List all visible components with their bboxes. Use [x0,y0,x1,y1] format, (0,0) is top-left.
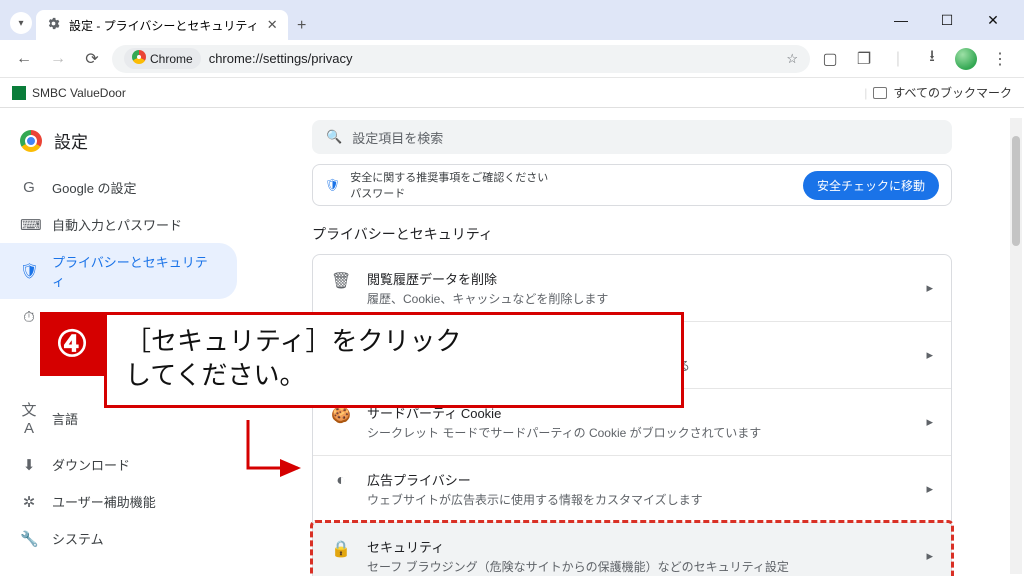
sidebar-item-label: Google の設定 [52,178,137,197]
bookmark-label: SMBC ValueDoor [32,86,126,100]
divider: | [864,86,867,100]
safety-check-banner: 🛡 安全に関する推奨事項をご確認ください パスワード 安全チェックに移動 [312,164,952,206]
bookmark-favicon [12,86,26,100]
sidebar-item-label: ユーザー補助機能 [52,492,156,511]
row-subtitle: セーフ ブラウジング（危険なサイトからの保護機能）などのセキュリティ設定 [367,558,910,575]
annotation-line-2: してください。 [125,359,663,393]
key-icon: ⌨ [20,216,38,234]
privacy-card: 🗑 閲覧履歴データを削除履歴、Cookie、キャッシュなどを削除します ▸ ⊕ … [312,254,952,576]
address-bar[interactable]: Chrome chrome://settings/privacy ☆ [112,45,810,73]
bookmarks-bar: SMBC ValueDoor | すべてのブックマーク [0,78,1024,108]
annotation-step-badge: ④ [40,312,104,376]
sidebar-item-label: 自動入力とパスワード [52,215,182,234]
avatar-icon [955,48,977,70]
scrollbar-thumb[interactable] [1012,136,1020,246]
sidebar-item-label: プライバシーとセキュリティ [52,252,217,290]
browser-tab-settings[interactable]: 設定 - プライバシーとセキュリティ ✕ [36,10,288,40]
annotation-arrow [238,420,318,495]
row-subtitle: ウェブサイトが広告表示に使用する情報をカスタマイズします [367,491,910,508]
ad-icon: ◐ [331,472,351,490]
sidebar-item-label: 言語 [52,409,78,428]
tab-title: 設定 - プライバシーとセキュリティ [69,17,259,34]
annotation-line-1: ［セキュリティ］をクリック [125,325,663,359]
sidebar-item-google[interactable]: G Google の設定 [0,169,237,206]
divider: | [884,45,912,73]
sidebar-item-accessibility[interactable]: ✲ ユーザー補助機能 [0,483,237,520]
section-title-privacy: プライバシーとセキュリティ [312,224,952,244]
url-text: chrome://settings/privacy [209,51,353,66]
window-close-button[interactable]: ✕ [980,12,1006,29]
profile-avatar[interactable] [952,45,980,73]
browser-toolbar: ← → ⟳ Chrome chrome://settings/privacy ☆… [0,40,1024,78]
lang-icon: 文A [20,399,38,437]
trash-icon: 🗑 [331,271,351,291]
chrome-logo-icon [20,130,42,152]
row-subtitle: 履歴、Cookie、キャッシュなどを削除します [367,290,910,307]
safety-check-button[interactable]: 安全チェックに移動 [803,171,939,200]
chevron-right-icon: ▸ [926,280,933,296]
row-title: 閲覧履歴データを削除 [367,269,910,288]
window-maximize-button[interactable]: ☐ [934,12,960,29]
back-button[interactable]: ← [10,45,38,73]
new-tab-button[interactable]: + [288,12,316,40]
search-placeholder: 設定項目を検索 [352,128,443,147]
tabs-dropdown-button[interactable]: ▾ [10,12,32,34]
tab-strip: ▾ 設定 - プライバシーとセキュリティ ✕ + [0,0,1024,40]
gear-icon [46,16,61,34]
annotation-text-box: ［セキュリティ］をクリック してください。 [104,312,684,408]
shield-check-icon: 🛡 [325,178,340,192]
reload-button[interactable]: ⟳ [78,45,106,73]
window-controls: — ☐ ✕ [888,0,1024,40]
a11y-icon: ✲ [20,493,38,511]
sidebar-item-label: システム [52,529,104,548]
chrome-chip: Chrome [124,48,201,69]
sidebar-item-privacy[interactable]: 🛡 プライバシーとセキュリティ [0,243,237,299]
extensions-icon[interactable]: ❐ [850,45,878,73]
download-icon[interactable]: ⭳ [918,45,946,73]
annotation-callout: ④ ［セキュリティ］をクリック してください。 [40,312,684,408]
kebab-menu-button[interactable]: ⋮ [986,45,1014,73]
bookmark-smbc[interactable]: SMBC ValueDoor [12,86,126,100]
chevron-right-icon: ▸ [926,347,933,363]
chevron-right-icon: ▸ [926,414,933,430]
row-title: セキュリティ [367,537,910,556]
google-icon: G [20,179,38,196]
chrome-icon [132,50,146,67]
cookie-icon: 🍪 [331,405,351,425]
settings-header: 設定 [0,122,249,169]
close-tab-button[interactable]: ✕ [267,17,278,33]
shield-icon: 🛡 [20,262,38,280]
row-title: 広告プライバシー [367,470,910,489]
download-icon: ⬇ [20,456,38,474]
window-minimize-button[interactable]: — [888,12,914,28]
row-ad-privacy[interactable]: ◐ 広告プライバシーウェブサイトが広告表示に使用する情報をカスタマイズします ▸ [313,455,951,522]
row-subtitle: シークレット モードでサードパーティの Cookie がブロックされています [367,424,910,441]
folder-icon [873,87,887,99]
sidebar-item-label: ダウンロード [52,455,130,474]
search-icon: 🔍 [326,129,342,145]
settings-title: 設定 [54,128,88,153]
sidebar-item-autofill[interactable]: ⌨ 自動入力とパスワード [0,206,237,243]
forward-button[interactable]: → [44,45,72,73]
all-bookmarks-link[interactable]: | すべてのブックマーク [864,84,1012,101]
lock-icon: 🔒 [331,539,351,559]
chevron-right-icon: ▸ [926,481,933,497]
speed-icon: ⏱ [20,309,38,326]
star-icon[interactable]: ☆ [786,51,798,67]
settings-search-input[interactable]: 🔍 設定項目を検索 [312,120,952,154]
chevron-right-icon: ▸ [926,548,933,564]
wrench-icon: 🔧 [20,530,38,548]
scrollbar[interactable] [1010,118,1022,574]
row-security[interactable]: 🔒 セキュリティセーフ ブラウジング（危険なサイトからの保護機能）などのセキュリ… [313,522,951,576]
translate-icon[interactable]: ▢ [816,45,844,73]
sidebar-item-system[interactable]: 🔧 システム [0,520,237,557]
chrome-chip-label: Chrome [150,52,193,66]
banner-text: 安全に関する推奨事項をご確認ください パスワード [350,169,548,201]
sidebar-item-downloads[interactable]: ⬇ ダウンロード [0,446,237,483]
all-bookmarks-label: すべてのブックマーク [893,84,1012,101]
